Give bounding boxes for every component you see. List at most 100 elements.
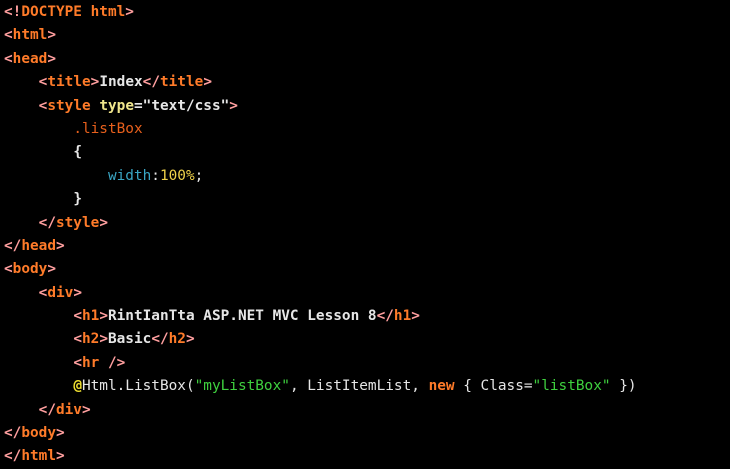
code-line: <div> [4, 282, 730, 305]
code-token-bracket: > [99, 331, 108, 348]
code-token-bracket: < [4, 261, 13, 278]
code-token-plain: } [73, 191, 82, 208]
code-token-bracket: > [99, 308, 108, 325]
code-token-tag: head [12, 50, 48, 67]
code-line: </html> [4, 445, 730, 468]
code-line: { [4, 141, 730, 164]
code-token-tag: body [12, 261, 48, 278]
code-token-bracket: > [55, 448, 65, 465]
code-token-bracket: <! [4, 4, 22, 20]
code-token-property: width [107, 167, 152, 184]
code-token-plain: { [73, 144, 82, 161]
code-token-bracket: > [203, 74, 212, 91]
code-token-bracket: </ [4, 237, 22, 254]
code-editor[interactable]: <!DOCTYPE html> <html> <head> <title>Index… [0, 0, 730, 468]
code-token-attribute: type [99, 97, 134, 114]
code-token-bracket: > [73, 284, 82, 301]
code-token-bracket: > [47, 261, 56, 278]
code-line: <style type="text/css"> [4, 95, 730, 118]
code-token-string: "listBox" [532, 378, 611, 395]
code-token-plain: Basic [107, 331, 152, 348]
code-token-tag: body [21, 425, 56, 442]
code-token-tag: style [55, 214, 100, 231]
code-token-bracket: < [4, 50, 13, 67]
code-token-bracket: > [185, 331, 195, 348]
code-token-bracket: </ [4, 425, 22, 442]
code-token-bracket: < [73, 308, 82, 325]
code-token-keyword: new [428, 378, 455, 395]
code-token-plain: : [151, 167, 160, 184]
code-line: <h2>Basic</h2> [4, 328, 730, 351]
code-token-bracket: </ [151, 331, 169, 348]
code-line: <!DOCTYPE html> [4, 1, 730, 24]
code-token-bracket: </ [38, 401, 56, 418]
code-line: </head> [4, 235, 730, 258]
code-token-bracket: </ [4, 448, 22, 465]
code-token-bracket: > [411, 308, 420, 325]
code-token-tag: html [21, 448, 56, 465]
code-token-plain: , ListItemList, [289, 378, 429, 395]
code-token-bracket: </ [142, 74, 160, 91]
code-token-tag: h1 [393, 308, 412, 325]
code-token-value: 100% [159, 167, 195, 184]
code-line: <head> [4, 48, 730, 71]
code-token-plain: }) [610, 378, 637, 395]
code-token-tag: style [47, 97, 91, 114]
code-token-tag: div [55, 401, 82, 418]
code-line: </body> [4, 422, 730, 445]
code-token-plain: RintIanTta ASP.NET MVC Lesson 8 [107, 308, 377, 325]
code-token-bracket: > [99, 214, 108, 231]
code-token-tag: html [12, 27, 48, 44]
code-token-plain: Html.ListBox( [81, 378, 195, 395]
code-token-selector: .listBox [73, 120, 143, 137]
code-token-plain: "text/css" [142, 97, 230, 114]
code-line: <h1>RintIanTta ASP.NET MVC Lesson 8</h1> [4, 305, 730, 328]
code-token-bracket: > [55, 425, 65, 442]
code-token-plain: = [133, 97, 143, 114]
code-token-bracket: > [55, 237, 65, 254]
code-line: width:100%; [4, 165, 730, 188]
code-token-tag: hr [81, 354, 100, 371]
code-token-bracket: </ [376, 308, 394, 325]
code-token-tag: h2 [81, 331, 100, 348]
code-line: @Html.ListBox("myListBox", ListItemList,… [4, 375, 730, 398]
code-line: <html> [4, 24, 730, 47]
code-token-razor: @ [73, 378, 82, 395]
code-token-tag: div [47, 284, 74, 301]
code-line: } [4, 188, 730, 211]
code-token-tag: h1 [81, 308, 100, 325]
code-line: </style> [4, 212, 730, 235]
code-token-tag: head [21, 237, 56, 254]
code-token-bracket: /> [99, 354, 126, 371]
code-token-plain: Index [99, 74, 143, 91]
code-token-tag: h2 [168, 331, 186, 348]
code-token-tag: title [47, 74, 91, 91]
code-line: <hr /> [4, 352, 730, 375]
code-token-plain: { Class= [454, 378, 533, 395]
code-line: </div> [4, 399, 730, 422]
code-line: <body> [4, 258, 730, 281]
code-token-bracket: > [81, 401, 91, 418]
code-token-bracket: < [4, 27, 13, 44]
code-token-bracket: > [229, 97, 238, 114]
code-token-bracket: > [47, 27, 56, 44]
code-token-bracket: < [73, 354, 82, 371]
code-token-plain: ; [194, 167, 204, 184]
code-token-bracket: > [125, 4, 134, 20]
code-token-string: "myListBox" [194, 378, 290, 395]
code-token-bracket: < [73, 331, 82, 348]
code-line: <title>Index</title> [4, 71, 730, 94]
